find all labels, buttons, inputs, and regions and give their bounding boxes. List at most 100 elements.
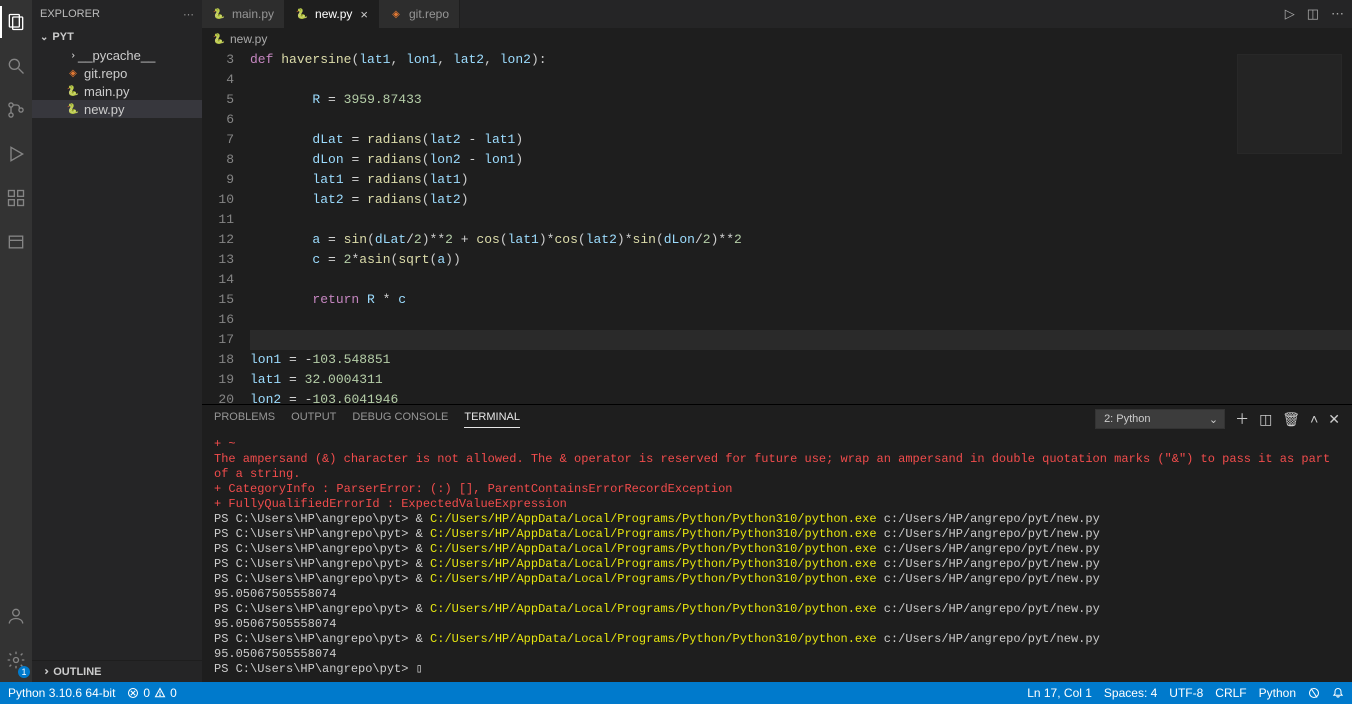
code-line <box>250 270 1352 290</box>
split-editor-icon[interactable]: ◫ <box>1307 6 1319 22</box>
tree-item[interactable]: ◈ git.repo <box>32 64 202 82</box>
run-icon[interactable]: ▷ <box>1285 6 1295 22</box>
editor-tab[interactable]: 🐍 main.py <box>202 0 285 28</box>
tree-item-label: main.py <box>84 84 130 99</box>
tab-label: git.repo <box>409 7 449 21</box>
more-actions-icon[interactable]: ⋯ <box>1331 6 1344 22</box>
python-file-icon: 🐍 <box>295 7 309 21</box>
editor-tabs: 🐍 main.py 🐍 new.py × ◈ git.repo ▷ ◫ ⋯ <box>202 0 1352 28</box>
editor-tab[interactable]: ◈ git.repo <box>379 0 460 28</box>
panel-tab-problems[interactable]: PROBLEMS <box>214 411 275 428</box>
terminal-output[interactable]: + ~The ampersand (&) character is not al… <box>202 433 1352 682</box>
maximize-panel-icon[interactable]: ˄ <box>1310 411 1318 427</box>
status-python[interactable]: Python 3.10.6 64-bit <box>8 686 115 700</box>
sidebar: EXPLORER ⋯ ⌄ PYT ⌄__pycache__ ◈ git.repo 🐍 m… <box>32 0 202 682</box>
new-terminal-icon[interactable]: ＋ <box>1235 409 1249 429</box>
activity-bar: 1 <box>0 0 32 682</box>
status-bar: Python 3.10.6 64-bit 0 0 Ln 17, Col 1 Sp… <box>0 682 1352 704</box>
terminal-line: + CategoryInfo : ParserError: (:) [], Pa… <box>214 482 1340 497</box>
editor-area: 🐍 main.py 🐍 new.py × ◈ git.repo ▷ ◫ ⋯ 🐍 new.py… <box>202 0 1352 682</box>
activity-layout-icon[interactable] <box>0 226 32 258</box>
terminal-select[interactable]: 2: Python ⌄ <box>1095 409 1225 429</box>
code-line: dLon = radians(lon2 - lon1) <box>250 150 1352 170</box>
tab-label: new.py <box>315 7 352 21</box>
status-eol[interactable]: CRLF <box>1215 686 1246 700</box>
terminal-line: PS C:\Users\HP\angrepo\pyt> & C:/Users/H… <box>214 602 1340 617</box>
editor-tab[interactable]: 🐍 new.py × <box>285 0 379 28</box>
tab-label: main.py <box>232 7 274 21</box>
python-file-icon: 🐍 <box>212 7 226 21</box>
sidebar-more-icon[interactable]: ⋯ <box>183 8 194 21</box>
terminal-line: PS C:\Users\HP\angrepo\pyt> & C:/Users/H… <box>214 512 1340 527</box>
split-terminal-icon[interactable]: ◫ <box>1259 411 1272 428</box>
code-line <box>250 310 1352 330</box>
status-problems[interactable]: 0 0 <box>127 686 176 700</box>
status-feedback-icon[interactable] <box>1308 687 1320 699</box>
code-line: lon1 = -103.548851 <box>250 350 1352 370</box>
terminal-line: 95.05067505558074 <box>214 647 1340 662</box>
activity-accounts-icon[interactable] <box>0 600 32 632</box>
python-file-icon: 🐍 <box>212 32 226 46</box>
tree-item[interactable]: 🐍new.py <box>32 100 202 118</box>
code-line <box>250 330 1352 350</box>
tree-item-label: git.repo <box>84 66 127 81</box>
python-file-icon: 🐍 <box>66 84 80 98</box>
terminal-line: + ~ <box>214 437 1340 452</box>
code-line: lat1 = 32.0004311 <box>250 370 1352 390</box>
breadcrumb[interactable]: 🐍 new.py <box>202 28 1352 50</box>
activity-run-icon[interactable] <box>0 138 32 170</box>
file-tree: ⌄__pycache__ ◈ git.repo 🐍 main.py🐍new.py <box>32 46 202 118</box>
status-spaces[interactable]: Spaces: 4 <box>1104 686 1157 700</box>
sidebar-title: EXPLORER <box>40 8 183 20</box>
status-lang[interactable]: Python <box>1259 686 1296 700</box>
code-line: def haversine(lat1, lon1, lat2, lon2): <box>250 50 1352 70</box>
code-editor[interactable]: 34567891011121314151617181920 def havers… <box>202 50 1352 404</box>
activity-manage-icon[interactable]: 1 <box>0 644 32 676</box>
status-ln-col[interactable]: Ln 17, Col 1 <box>1027 686 1092 700</box>
git-file-icon: ◈ <box>389 7 403 21</box>
terminal-line: PS C:\Users\HP\angrepo\pyt> & C:/Users/H… <box>214 527 1340 542</box>
code-line <box>250 110 1352 130</box>
code-line: c = 2*asin(sqrt(a)) <box>250 250 1352 270</box>
tree-item[interactable]: ⌄__pycache__ <box>32 46 202 64</box>
outline-section[interactable]: ⌄ OUTLINE <box>32 660 202 682</box>
code-line: return R * c <box>250 290 1352 310</box>
code-line <box>250 70 1352 90</box>
close-icon[interactable]: × <box>360 7 368 22</box>
terminal-line: + FullyQualifiedErrorId : ExpectedValueE… <box>214 497 1340 512</box>
kill-terminal-icon[interactable]: 🗑 <box>1282 411 1300 428</box>
chevron-down-icon: ⌄ <box>1209 413 1218 426</box>
panel-tab-output[interactable]: OUTPUT <box>291 411 336 428</box>
code-line: lon2 = -103.6041946 <box>250 390 1352 404</box>
code-line: R = 3959.87433 <box>250 90 1352 110</box>
minimap[interactable] <box>1237 54 1342 154</box>
terminal-line: 95.05067505558074 <box>214 587 1340 602</box>
sidebar-root[interactable]: ⌄ PYT <box>32 28 202 46</box>
status-bell-icon[interactable] <box>1332 687 1344 699</box>
code-line: lat1 = radians(lat1) <box>250 170 1352 190</box>
panel-tab-debug-console[interactable]: DEBUG CONSOLE <box>352 411 448 428</box>
terminal-line: PS C:\Users\HP\angrepo\pyt> & C:/Users/H… <box>214 557 1340 572</box>
terminal-line: PS C:\Users\HP\angrepo\pyt> ▯ <box>214 662 1340 677</box>
python-file-icon: 🐍 <box>66 102 80 116</box>
terminal-line: The ampersand (&) character is not allow… <box>214 452 1340 482</box>
activity-scm-icon[interactable] <box>0 94 32 126</box>
status-encoding[interactable]: UTF-8 <box>1169 686 1203 700</box>
activity-extensions-icon[interactable] <box>0 182 32 214</box>
editor-actions: ▷ ◫ ⋯ <box>1285 0 1352 28</box>
git-file-icon: ◈ <box>66 66 80 80</box>
code-line <box>250 210 1352 230</box>
manage-badge: 1 <box>18 666 30 678</box>
code-line: dLat = radians(lat2 - lat1) <box>250 130 1352 150</box>
panel: PROBLEMS OUTPUT DEBUG CONSOLE TERMINAL 2: P… <box>202 404 1352 682</box>
activity-explorer-icon[interactable] <box>0 6 32 38</box>
close-panel-icon[interactable]: ✕ <box>1328 411 1340 428</box>
activity-search-icon[interactable] <box>0 50 32 82</box>
terminal-line: PS C:\Users\HP\angrepo\pyt> & C:/Users/H… <box>214 572 1340 587</box>
tree-item[interactable]: 🐍 main.py <box>32 82 202 100</box>
code-line: lat2 = radians(lat2) <box>250 190 1352 210</box>
panel-tab-terminal[interactable]: TERMINAL <box>464 411 520 428</box>
terminal-line: 95.05067505558074 <box>214 617 1340 632</box>
chevron-right-icon: ⌄ <box>67 49 78 61</box>
terminal-line: PS C:\Users\HP\angrepo\pyt> & C:/Users/H… <box>214 542 1340 557</box>
